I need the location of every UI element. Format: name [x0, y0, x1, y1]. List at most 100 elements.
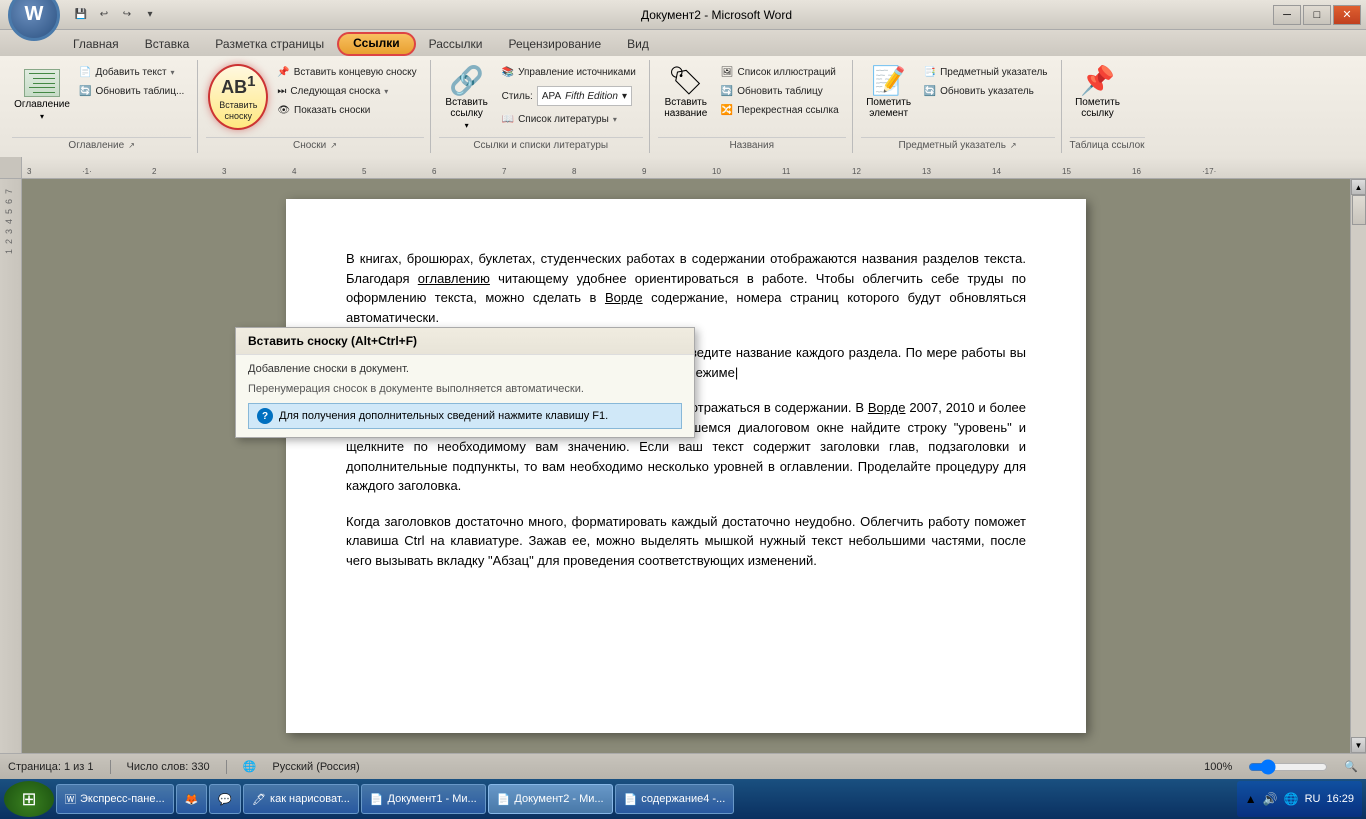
toc-line-4 — [29, 87, 55, 88]
group-authorities: 📌 Пометитьссылку Таблица ссылок — [1064, 60, 1151, 153]
bibliography-btn[interactable]: 📖 Список литературы ▾ — [497, 111, 641, 128]
doc-paragraph-1: В книгах, брошюрах, буклетах, студенческ… — [346, 249, 1026, 327]
undo-quick-btn[interactable]: ↩ — [94, 5, 114, 25]
group-index-expand[interactable]: ↗ — [1010, 141, 1017, 150]
save-quick-btn[interactable]: 💾 — [71, 5, 91, 25]
insert-footnote-btn[interactable]: AB1 Вставитьсноску — [208, 64, 268, 130]
insert-caption-btn[interactable]: 🏷 Вставитьназвание — [660, 64, 712, 122]
update-index-btn[interactable]: 🔄 Обновить указатель — [919, 83, 1053, 100]
manage-sources-btn[interactable]: 📚 Управление источниками — [497, 64, 641, 81]
scroll-down-btn[interactable]: ▼ — [1351, 737, 1366, 753]
show-notes-btn[interactable]: 👁 Показать сноски — [272, 102, 421, 119]
customize-quick-btn[interactable]: ▾ — [140, 5, 160, 25]
tray-volume[interactable]: 🔊 — [1263, 792, 1278, 806]
style-select[interactable]: APA Fifth Edition ▾ — [537, 86, 632, 106]
citation-arrow: ▾ — [465, 121, 469, 130]
document-area[interactable]: В книгах, брошюрах, буклетах, студенческ… — [22, 179, 1350, 753]
close-btn[interactable]: ✕ — [1333, 5, 1361, 25]
ruler-mark-15: 15 — [1062, 167, 1071, 176]
tab-references[interactable]: Ссылки — [337, 32, 415, 56]
list-figures-btn[interactable]: 🖼 Список иллюстраций — [716, 64, 844, 81]
zoom-slider[interactable] — [1248, 759, 1328, 775]
taskbar-express[interactable]: 🅆 Экспресс-пане... — [56, 784, 174, 814]
insert-citation-btn[interactable]: 🔗 Вставитьссылку ▾ — [441, 64, 493, 133]
group-index: 📝 Пометитьэлемент 📑 Предметный указатель… — [855, 60, 1062, 153]
left-ruler: 1 2 3 4 5 6 7 — [0, 179, 22, 753]
toc-line-3 — [33, 83, 55, 84]
next-footnote-btn[interactable]: ⏭ Следующая сноска ▾ — [272, 83, 421, 100]
status-bar: Страница: 1 из 1 Число слов: 330 🌐 Русск… — [0, 753, 1366, 779]
group-citations-label: Ссылки и списки литературы — [439, 137, 643, 153]
biblio-arrow: ▾ — [613, 115, 617, 124]
biblio-label: Список литературы — [518, 114, 609, 125]
group-toc-expand[interactable]: ↗ — [128, 141, 135, 150]
ruler-mark-12: 12 — [852, 167, 861, 176]
figures-icon: 🖼 — [721, 67, 734, 78]
scroll-thumb[interactable] — [1352, 195, 1366, 225]
add-text-btn[interactable]: 📄 Добавить текст ▾ — [74, 64, 189, 81]
tray-lang[interactable]: RU — [1305, 793, 1321, 805]
maximize-btn[interactable]: □ — [1303, 5, 1331, 25]
main-area: 1 2 3 4 5 6 7 В книгах, брошюрах, буклет… — [0, 179, 1366, 753]
group-index-content: 📝 Пометитьэлемент 📑 Предметный указатель… — [861, 60, 1055, 137]
redo-quick-btn[interactable]: ↪ — [117, 5, 137, 25]
ruler-mark-4: 4 — [292, 167, 296, 176]
update-toc-btn[interactable]: 🔄 Обновить таблиц... — [74, 83, 189, 100]
draw-icon: 🖊 — [252, 793, 266, 806]
document-page: В книгах, брошюрах, буклетах, студенческ… — [286, 199, 1086, 733]
toc-line-2 — [33, 78, 55, 79]
underline-1: оглавлению — [418, 271, 490, 286]
zoom-out-icon[interactable]: 🔍 — [1344, 760, 1358, 773]
minimize-btn[interactable]: ─ — [1273, 5, 1301, 25]
group-footnotes-content: AB1 Вставитьсноску 📌 Вставить концевую с… — [206, 60, 423, 137]
tooltip-help-text: Для получения дополнительных сведений на… — [279, 410, 608, 422]
group-footnotes-expand[interactable]: ↗ — [330, 141, 337, 150]
tab-review[interactable]: Рецензирование — [495, 32, 614, 56]
zoom-status: 100% — [1204, 761, 1232, 773]
taskbar-content4[interactable]: 📄 содержание4 -... — [615, 784, 735, 814]
scroll-track[interactable] — [1351, 195, 1366, 737]
taskbar-chat[interactable]: 💬 — [209, 784, 241, 814]
tooltip-help-link[interactable]: ? Для получения дополнительных сведений … — [248, 403, 682, 429]
mark-citation-label: Пометитьссылку — [1075, 97, 1120, 119]
taskbar-draw[interactable]: 🖊 как нарисоват... — [243, 784, 359, 814]
show-notes-label: Показать сноски — [294, 105, 370, 116]
group-toc-name: Оглавление — [68, 140, 124, 151]
tab-layout[interactable]: Разметка страницы — [202, 32, 337, 56]
style-dropdown[interactable]: Стиль: APA Fifth Edition ▾ — [497, 83, 641, 109]
help-icon: ? — [257, 408, 273, 424]
ribbon-content: Оглавление ▾ 📄 Добавить текст ▾ 🔄 Обнови… — [0, 56, 1366, 157]
ruler-mark-1: ·1· — [82, 167, 92, 176]
tab-view[interactable]: Вид — [614, 32, 662, 56]
cross-reference-btn[interactable]: 🔀 Перекрестная ссылка — [716, 102, 844, 119]
tab-insert[interactable]: Вставка — [132, 32, 203, 56]
mark-citation-btn[interactable]: 📌 Пометитьссылку — [1072, 64, 1124, 122]
index-icon: 📑 — [924, 67, 936, 78]
ruler-mark-3b: 3 — [222, 167, 226, 176]
office-button[interactable]: W — [8, 0, 60, 41]
page-status: Страница: 1 из 1 — [8, 761, 94, 773]
taskbar-doc2[interactable]: 📄 Документ2 - Ми... — [488, 784, 613, 814]
insert-endnote-btn[interactable]: 📌 Вставить концевую сноску — [272, 64, 421, 81]
toc-line-5 — [33, 92, 55, 93]
tab-home[interactable]: Главная — [60, 32, 132, 56]
next-fn-arrow: ▾ — [384, 87, 388, 96]
group-captions-name: Названия — [729, 140, 774, 151]
scroll-up-btn[interactable]: ▲ — [1351, 179, 1366, 195]
insert-index-btn[interactable]: 📑 Предметный указатель — [919, 64, 1053, 81]
start-button[interactable]: ⊞ — [4, 781, 54, 817]
add-text-label: Добавить текст — [95, 67, 166, 78]
caption-label: Вставитьназвание — [664, 97, 707, 119]
toc-button[interactable]: Оглавление ▾ — [14, 64, 70, 126]
tray-network[interactable]: 🌐 — [1284, 792, 1299, 806]
mark-entry-btn[interactable]: 📝 Пометитьэлемент — [863, 64, 915, 122]
update-toc-label: Обновить таблиц... — [95, 86, 184, 97]
mark-entry-icon: 📝 — [871, 67, 906, 95]
taskbar-firefox[interactable]: 🦊 — [176, 784, 208, 814]
taskbar-doc1[interactable]: 📄 Документ1 - Ми... — [361, 784, 486, 814]
right-scrollbar: ▲ ▼ — [1350, 179, 1366, 753]
next-fn-label: Следующая сноска — [290, 86, 380, 97]
update-table3-btn[interactable]: 🔄 Обновить таблицу — [716, 83, 844, 100]
group-captions-label: Названия — [658, 137, 846, 153]
tab-mailings[interactable]: Рассылки — [416, 32, 496, 56]
